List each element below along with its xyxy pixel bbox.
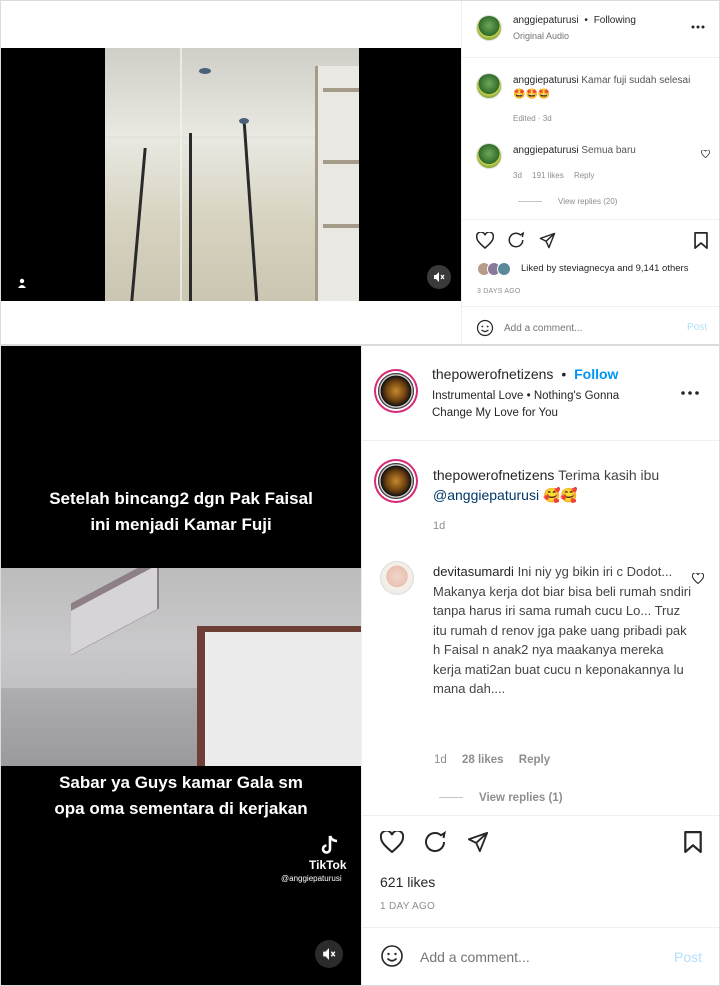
top-post-media[interactable] (1, 1, 461, 344)
bottom-video-player[interactable]: Setelah bincang2 dgn Pak Faisal ini menj… (1, 346, 361, 985)
username-link[interactable]: anggiepaturusi (513, 15, 579, 26)
save-icon[interactable] (690, 229, 712, 251)
video-caption-bottom: Sabar ya Guys kamar Gala sm opa oma seme… (54, 773, 308, 818)
liked-by-prefix: Liked by (521, 263, 557, 274)
video-caption-top: Setelah bincang2 dgn Pak Faisal ini menj… (49, 489, 313, 534)
emoji-icon[interactable] (378, 942, 406, 970)
separator-dot: • (584, 15, 588, 26)
share-icon[interactable] (536, 229, 558, 251)
liker-avatars (477, 262, 517, 278)
comment-actions: 1d 28 likes Reply (434, 754, 550, 766)
comment-emoji: 🥰🥰 (542, 487, 578, 503)
avatar[interactable] (378, 373, 414, 409)
liked-by-others[interactable]: 9,141 others (636, 263, 689, 274)
view-replies-button[interactable]: View replies (20) (518, 197, 617, 206)
reply-button[interactable]: Reply (574, 171, 594, 180)
tiktok-brand: TikTok (309, 858, 347, 872)
liker-username[interactable]: steviagnecya (559, 263, 614, 274)
tiktok-logo-icon (321, 834, 341, 856)
comment-username[interactable]: thepowerofnetizens (433, 467, 554, 483)
top-post: anggiepaturusi • Following Original Audi… (0, 0, 720, 345)
comment-username[interactable]: anggiepaturusi (513, 75, 579, 86)
comment-icon[interactable] (421, 828, 449, 856)
top-post-sidebar: anggiepaturusi • Following Original Audi… (461, 1, 719, 344)
comment-input[interactable] (420, 946, 650, 968)
post-button[interactable]: Post (674, 949, 702, 965)
comment-text: Semua baru (581, 145, 636, 156)
comment-text: Ini niy yg bikin iri c Dodot... Makanya … (433, 564, 691, 696)
avatar[interactable] (476, 143, 502, 169)
mute-icon[interactable] (427, 265, 451, 289)
video-frame (105, 48, 359, 301)
like-comment-icon[interactable] (698, 147, 712, 161)
more-options-icon[interactable] (688, 19, 708, 35)
mute-icon[interactable] (315, 940, 343, 968)
comment-icon[interactable] (505, 229, 527, 251)
following-button[interactable]: Following (594, 15, 636, 26)
likes-count[interactable]: 621 likes (380, 874, 435, 890)
comment-time: 3d (513, 171, 522, 180)
reply-button[interactable]: Reply (519, 754, 550, 766)
liked-by-and: and (617, 263, 633, 274)
tiktok-handle: @anggiepaturusi (281, 874, 342, 883)
separator-dot: • (561, 366, 567, 382)
avatar[interactable] (476, 15, 502, 41)
like-icon[interactable] (474, 229, 496, 251)
comment-meta: Edited · 3d (513, 114, 552, 123)
emoji-icon[interactable] (474, 317, 496, 339)
comment-actions: 3d 191 likes Reply (513, 171, 594, 180)
comment-text: Terima kasih ibu (558, 467, 660, 483)
comment-time: 1d (434, 754, 447, 766)
comment-username[interactable]: devitasumardi (433, 564, 514, 579)
comment-mention[interactable]: @anggiepaturusi (433, 487, 539, 503)
view-replies-label: View replies (1) (479, 792, 563, 804)
more-options-icon[interactable] (678, 384, 702, 402)
post-time: 1 DAY AGO (380, 901, 436, 912)
liked-by-text: Liked by steviagnecya and 9,141 others (521, 263, 688, 274)
post-header: anggiepaturusi • Following (513, 15, 693, 26)
bottom-post-sidebar: thepowerofnetizens • Follow Instrumental… (361, 346, 719, 985)
video-frame (1, 568, 361, 766)
like-icon[interactable] (378, 828, 406, 856)
save-icon[interactable] (680, 828, 706, 856)
audio-label[interactable]: Instrumental Love • Nothing's Gonna Chan… (432, 388, 652, 422)
comment-emoji: 🤩🤩🤩 (513, 89, 551, 100)
comment: thepowerofnetizens Terima kasih ibu @ang… (433, 465, 703, 505)
follow-button[interactable]: Follow (574, 366, 618, 382)
comment-input[interactable] (504, 319, 664, 337)
comment-likes[interactable]: 191 likes (532, 171, 564, 180)
divider (518, 201, 542, 203)
username-link[interactable]: thepowerofnetizens (432, 366, 553, 382)
post-header: thepowerofnetizens • Follow (432, 366, 618, 382)
comment-likes[interactable]: 28 likes (462, 754, 504, 766)
like-comment-icon[interactable] (690, 570, 706, 586)
post-time: 3 DAYS AGO (477, 288, 521, 295)
share-icon[interactable] (464, 828, 492, 856)
bottom-post: Setelah bincang2 dgn Pak Faisal ini menj… (0, 345, 720, 986)
audio-label[interactable]: Original Audio (513, 31, 569, 41)
divider (439, 797, 463, 799)
view-replies-button[interactable]: View replies (1) (439, 792, 563, 804)
user-tag-icon[interactable] (11, 272, 33, 294)
comment-text: Kamar fuji sudah selesai (581, 75, 691, 86)
comment-username[interactable]: anggiepaturusi (513, 145, 579, 156)
view-replies-label: View replies (20) (558, 197, 618, 206)
avatar (497, 262, 511, 276)
post-button[interactable]: Post (687, 322, 707, 333)
comment: devitasumardi Ini niy yg bikin iri c Dod… (433, 562, 695, 699)
avatar[interactable] (380, 561, 414, 595)
comment: anggiepaturusi Semua baru (513, 145, 703, 156)
comment: anggiepaturusi Kamar fuji sudah selesai … (513, 74, 713, 102)
avatar[interactable] (378, 463, 414, 499)
avatar[interactable] (476, 73, 502, 99)
top-video-player[interactable] (1, 48, 461, 301)
comment-time: 1d (433, 520, 446, 532)
